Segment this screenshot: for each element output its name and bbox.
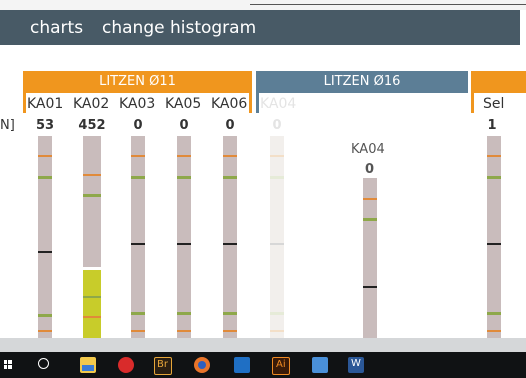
group-litzen-16: LITZEN Ø16 — [256, 71, 468, 93]
marker-orange — [270, 155, 284, 157]
window-top-strip — [0, 0, 526, 10]
opera-icon[interactable] — [118, 357, 134, 373]
count-ka04-faded: 0 — [272, 118, 282, 133]
bar-ka01[interactable] — [38, 136, 52, 338]
charts-title[interactable]: charts — [30, 18, 83, 38]
outlook-icon[interactable] — [234, 357, 250, 373]
marker-black — [223, 243, 237, 245]
marker-orange — [223, 155, 237, 157]
column-label-ka04-faded[interactable]: KA04 — [260, 96, 296, 112]
marker-green — [487, 176, 501, 179]
bridge-icon[interactable]: Br — [154, 357, 172, 375]
taskbar: Br Ai W — [0, 352, 526, 378]
marker-green — [270, 312, 284, 315]
marker-orange — [177, 330, 191, 332]
search-icon[interactable] — [38, 358, 49, 369]
count-sel: 1 — [487, 118, 497, 133]
count-ka03: 0 — [133, 118, 143, 133]
ka04-floating-label: KA04 — [351, 142, 385, 157]
marker-green — [270, 176, 284, 179]
horizontal-scrollbar[interactable] — [0, 338, 526, 352]
word-icon[interactable]: W — [348, 357, 364, 373]
marker-green — [83, 194, 101, 197]
bridge-label: Br — [157, 359, 168, 370]
illustrator-icon[interactable]: Ai — [272, 357, 290, 375]
highlight-fill — [83, 270, 101, 338]
marker-green — [131, 312, 145, 315]
marker-orange — [270, 330, 284, 332]
marker-green — [223, 312, 237, 315]
group-bracket-left — [471, 93, 474, 113]
group-litzen-11: LITZEN Ø11 — [23, 71, 252, 93]
marker-orange — [83, 174, 101, 176]
column-label-sel[interactable]: Sel — [483, 96, 504, 112]
group-label: LITZEN Ø16 — [323, 74, 401, 89]
illustrator-label: Ai — [276, 359, 286, 370]
column-label-ka01[interactable]: KA01 — [27, 96, 63, 112]
axis-unit-label: N] — [0, 118, 15, 133]
bar-ka03[interactable] — [131, 136, 145, 338]
marker-black — [131, 243, 145, 245]
ka04-floating-count: 0 — [365, 162, 375, 177]
marker-green — [83, 296, 101, 298]
marker-green — [38, 314, 52, 317]
marker-green — [131, 176, 145, 179]
marker-black — [177, 243, 191, 245]
windows-icon[interactable] — [4, 360, 12, 370]
divider — [250, 4, 526, 5]
bar-ka06[interactable] — [223, 136, 237, 338]
column-label-ka06[interactable]: KA06 — [211, 96, 247, 112]
count-ka06: 0 — [225, 118, 235, 133]
group-bracket-left — [23, 93, 26, 113]
bar-ka05[interactable] — [177, 136, 191, 338]
file-explorer-icon[interactable] — [80, 357, 96, 373]
bar-ka04[interactable] — [363, 178, 377, 338]
photos-icon[interactable] — [312, 357, 328, 373]
marker-green — [177, 312, 191, 315]
column-label-ka03[interactable]: KA03 — [119, 96, 155, 112]
marker-orange — [223, 330, 237, 332]
firefox-icon[interactable] — [194, 357, 210, 373]
group-bracket-right — [249, 93, 252, 113]
group-label: LITZEN Ø11 — [99, 74, 176, 89]
change-histogram-button[interactable]: change histogram — [102, 18, 256, 38]
marker-black — [487, 243, 501, 245]
marker-green — [38, 176, 52, 179]
marker-black — [363, 286, 377, 288]
bar-ka04-faded[interactable] — [270, 136, 284, 338]
column-label-ka05[interactable]: KA05 — [165, 96, 201, 112]
marker-orange — [38, 330, 52, 332]
bar-sel[interactable] — [487, 136, 501, 338]
count-ka01: 53 — [35, 118, 55, 133]
marker-orange — [177, 155, 191, 157]
column-label-ka02[interactable]: KA02 — [73, 96, 109, 112]
marker-orange — [38, 155, 52, 157]
marker-green — [223, 176, 237, 179]
marker-black — [38, 251, 52, 253]
word-label: W — [351, 358, 361, 369]
count-ka05: 0 — [179, 118, 189, 133]
marker-green — [363, 218, 377, 221]
marker-green — [487, 312, 501, 315]
marker-green — [177, 176, 191, 179]
bar-ka02[interactable] — [83, 136, 101, 338]
marker-orange — [487, 330, 501, 332]
marker-orange — [131, 155, 145, 157]
marker-black — [270, 243, 284, 245]
marker-orange — [487, 155, 501, 157]
marker-orange — [83, 316, 101, 318]
count-ka02: 452 — [78, 118, 106, 133]
app-header: charts change histogram — [0, 10, 520, 45]
group-selection — [471, 71, 526, 93]
marker-orange — [131, 330, 145, 332]
marker-orange — [363, 198, 377, 200]
group-bracket-left — [256, 93, 259, 113]
